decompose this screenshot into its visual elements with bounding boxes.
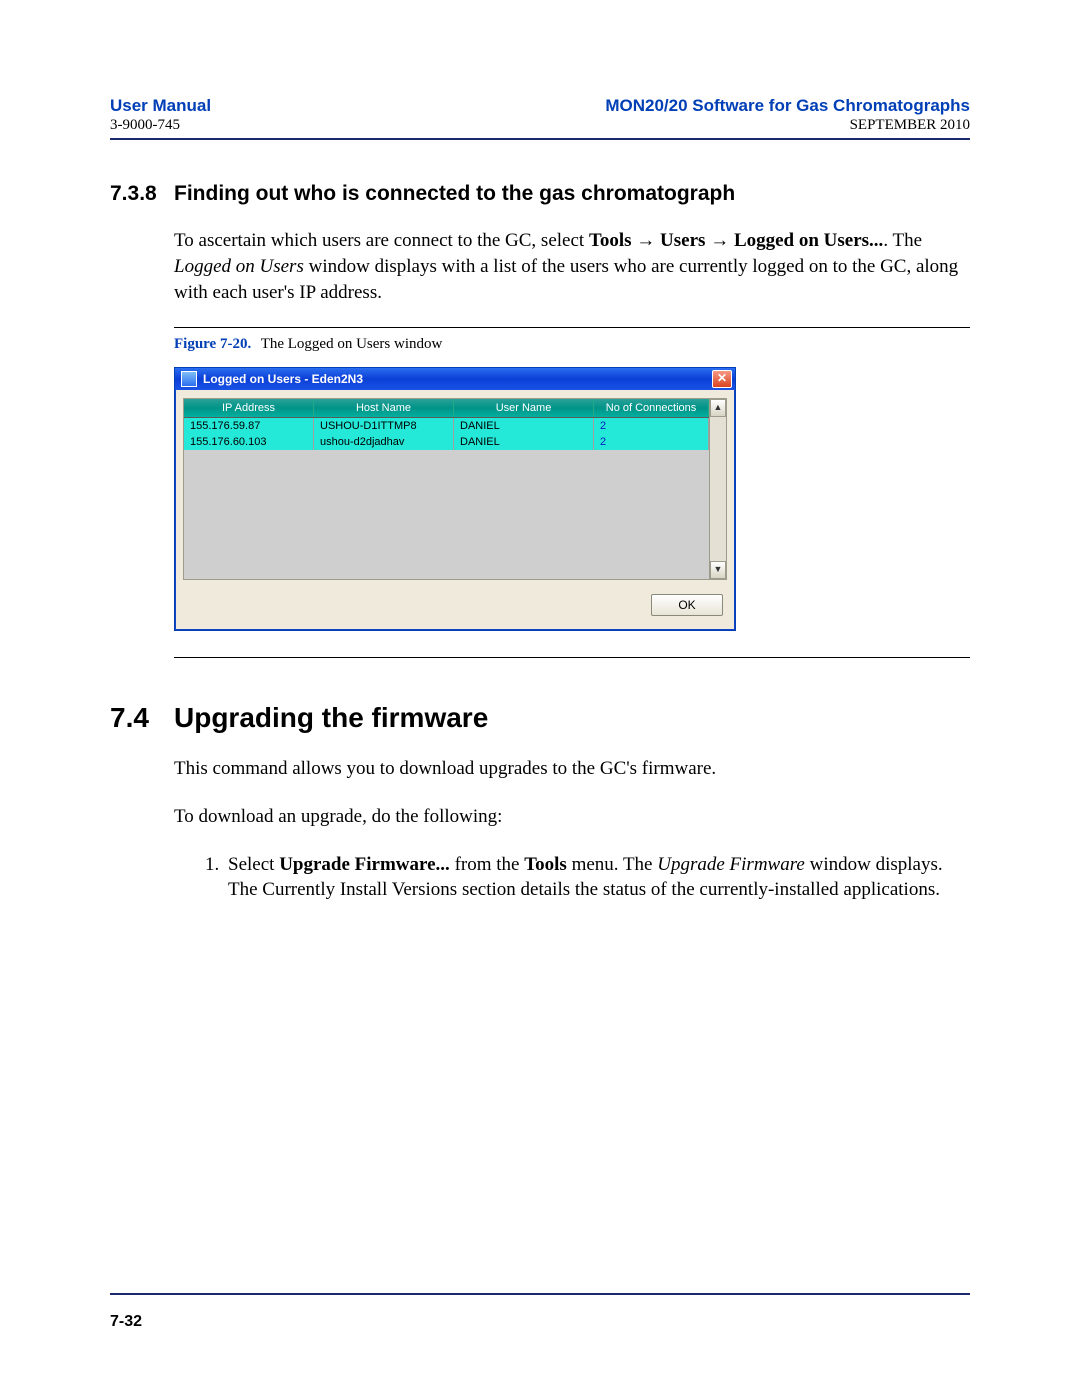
figure-label: Figure 7-20. [174, 336, 251, 352]
section-7-3-8-heading: 7.3.8 Finding out who is connected to th… [110, 182, 970, 206]
scroll-up-icon[interactable]: ▲ [710, 399, 726, 417]
header-right-sub: SEPTEMBER 2010 [605, 116, 970, 134]
figure-7-20: Figure 7-20. The Logged on Users window … [174, 327, 970, 658]
vertical-scrollbar[interactable]: ▲ ▼ [709, 399, 726, 579]
section-7-3-8-number: 7.3.8 [110, 182, 174, 206]
grid-header: IP Address Host Name User Name No of Con… [184, 399, 709, 418]
logged-on-users-window: Logged on Users - Eden2N3 ✕ IP Address H… [174, 367, 736, 631]
figure-bottom-rule [174, 657, 970, 658]
section-7-4-title: Upgrading the firmware [174, 702, 488, 734]
page-header: User Manual 3-9000-745 MON20/20 Software… [110, 96, 970, 134]
page-number: 7-32 [110, 1313, 970, 1331]
section-7-3-8-paragraph: To ascertain which users are connect to … [174, 228, 970, 305]
col-ip-header[interactable]: IP Address [184, 399, 314, 417]
table-row[interactable]: 155.176.60.103 ushou-d2djadhav DANIEL 2 [184, 434, 709, 450]
window-titlebar[interactable]: Logged on Users - Eden2N3 ✕ [175, 368, 735, 390]
section-7-4-number: 7.4 [110, 702, 174, 734]
header-left-sub: 3-9000-745 [110, 116, 211, 134]
close-button[interactable]: ✕ [712, 370, 732, 388]
section-7-4-steps: Select Upgrade Firmware... from the Tool… [198, 852, 970, 903]
app-icon [181, 371, 197, 387]
col-user-header[interactable]: User Name [454, 399, 594, 417]
step-1: Select Upgrade Firmware... from the Tool… [224, 852, 970, 903]
section-7-3-8-title: Finding out who is connected to the gas … [174, 182, 735, 206]
close-icon: ✕ [717, 371, 727, 385]
section-7-4-para2: To download an upgrade, do the following… [174, 804, 970, 830]
section-7-4-heading: 7.4 Upgrading the firmware [110, 702, 970, 734]
scroll-down-icon[interactable]: ▼ [710, 561, 726, 579]
figure-caption-text: The Logged on Users window [261, 336, 443, 352]
section-7-4-para1: This command allows you to download upgr… [174, 756, 970, 782]
header-rule [110, 138, 970, 140]
header-left: User Manual 3-9000-745 [110, 96, 211, 134]
figure-caption: Figure 7-20. The Logged on Users window [174, 328, 970, 367]
window-title: Logged on Users - Eden2N3 [203, 372, 712, 386]
page-footer: 7-32 [110, 1293, 970, 1331]
col-conn-header[interactable]: No of Connections [594, 399, 709, 417]
table-row[interactable]: 155.176.59.87 USHOU-D1ITTMP8 DANIEL 2 [184, 418, 709, 434]
footer-rule [110, 1293, 970, 1295]
header-right-title: MON20/20 Software for Gas Chromatographs [605, 96, 970, 116]
users-grid: IP Address Host Name User Name No of Con… [183, 398, 727, 580]
header-right: MON20/20 Software for Gas Chromatographs… [605, 96, 970, 134]
ok-button[interactable]: OK [651, 594, 723, 616]
header-left-title: User Manual [110, 96, 211, 116]
col-host-header[interactable]: Host Name [314, 399, 454, 417]
